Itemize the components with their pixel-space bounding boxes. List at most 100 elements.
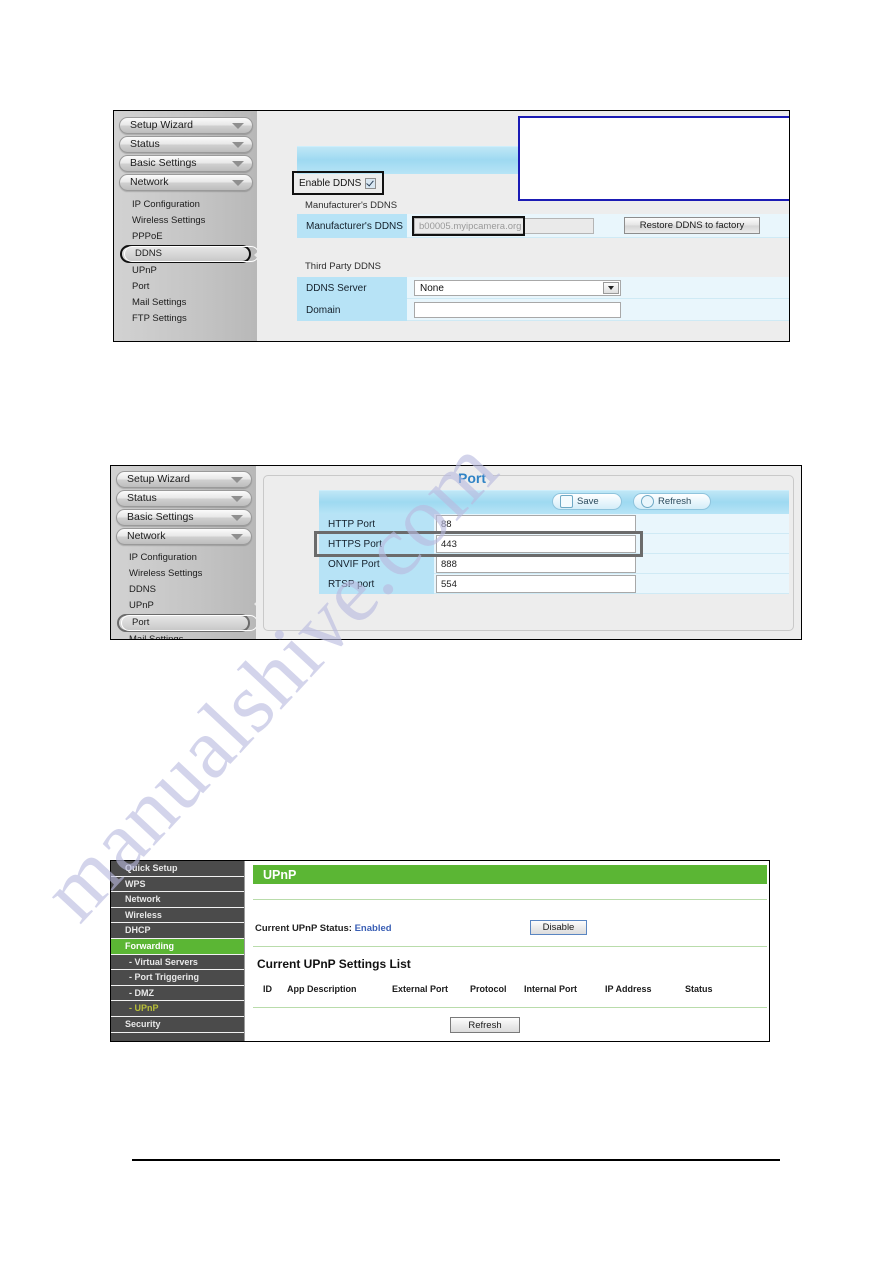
- divider: [253, 1007, 767, 1008]
- sidebar-item-security[interactable]: Security: [111, 1016, 244, 1033]
- column-header-id: ID: [263, 984, 272, 994]
- sidebar-item-label: Wireless: [125, 909, 162, 920]
- disable-upnp-button[interactable]: Disable: [530, 920, 587, 935]
- sidebar-item-port[interactable]: Port: [117, 614, 258, 632]
- sidebar-item-label: Security: [125, 1018, 161, 1029]
- sidebar-item-network[interactable]: Network: [119, 174, 253, 191]
- sidebar-item-label: - Virtual Servers: [129, 956, 198, 967]
- sidebar-item-forwarding[interactable]: Forwarding: [111, 938, 244, 955]
- enable-ddns-label: Enable DDNS: [299, 177, 362, 189]
- onvif-port-value: 888: [441, 558, 457, 570]
- upnp-list-title: Current UPnP Settings List: [257, 957, 411, 971]
- port-content: Port Save Refresh HTTP Port 88 HTTPS Por…: [256, 466, 801, 639]
- sidebar-item-status[interactable]: Status: [116, 490, 252, 507]
- sidebar-item-port-triggering[interactable]: - Port Triggering: [111, 970, 244, 986]
- sidebar-item-label: Status: [130, 138, 160, 151]
- sidebar-item-network[interactable]: Network: [111, 892, 244, 908]
- onvif-port-input[interactable]: 888: [436, 555, 636, 573]
- refresh-label: Refresh: [468, 1019, 502, 1031]
- third-party-section-label: Third Party DDNS: [305, 261, 382, 272]
- blank-callout-overlay: [518, 116, 789, 201]
- sidebar-item-wireless-settings[interactable]: Wireless Settings: [114, 213, 257, 229]
- ddns-settings-panel: Setup Wizard Status Basic Settings Netwo…: [113, 110, 790, 342]
- divider: [253, 899, 767, 900]
- http-port-input[interactable]: 88: [436, 515, 636, 533]
- upnp-status: Current UPnP Status: Enabled: [255, 923, 392, 934]
- sidebar-item-ip-configuration[interactable]: IP Configuration: [111, 550, 256, 566]
- sidebar-item-dmz[interactable]: - DMZ: [111, 985, 244, 1002]
- sidebar-item-upnp[interactable]: UPnP: [111, 598, 256, 614]
- sidebar-item-setup-wizard[interactable]: Setup Wizard: [116, 471, 252, 488]
- chevron-down-icon: [232, 122, 244, 129]
- sidebar-item-wireless[interactable]: Wireless: [111, 907, 244, 924]
- rtsp-port-input[interactable]: 554: [436, 575, 636, 593]
- enable-ddns-checkbox[interactable]: [365, 177, 377, 189]
- sidebar-item-label: - UPnP: [129, 1003, 159, 1014]
- sidebar-item-basic-settings[interactable]: Basic Settings: [119, 155, 253, 172]
- sidebar-item-virtual-servers[interactable]: - Virtual Servers: [111, 954, 244, 971]
- column-header-external-port: External Port: [392, 984, 449, 994]
- chevron-down-icon: [232, 179, 244, 186]
- https-port-label: HTTPS Port: [328, 538, 382, 550]
- sidebar-item-label: Network: [127, 530, 166, 543]
- https-port-input[interactable]: 443: [436, 535, 636, 553]
- http-port-value: 88: [441, 518, 452, 530]
- manufacturer-ddns-input[interactable]: b00005.myipcamera.org: [414, 218, 594, 234]
- sidebar-item-ip-configuration[interactable]: IP Configuration: [114, 197, 257, 213]
- sidebar-item-label: IP Configuration: [129, 552, 197, 563]
- refresh-button[interactable]: Refresh: [633, 493, 711, 510]
- refresh-upnp-button[interactable]: Refresh: [450, 1017, 520, 1033]
- ddns-server-value: None: [420, 282, 444, 294]
- sidebar-item-ftp-settings[interactable]: FTP Settings: [114, 311, 257, 327]
- sidebar-item-mail-settings[interactable]: Mail Settings: [111, 632, 256, 640]
- sidebar-item-label: Setup Wizard: [130, 119, 194, 132]
- column-header-protocol: Protocol: [470, 984, 507, 994]
- sidebar-item-label: IP Configuration: [132, 199, 200, 210]
- column-header-status: Status: [685, 984, 713, 994]
- sidebar-item-label: Mail Settings: [129, 634, 184, 640]
- sidebar-item-wps[interactable]: WPS: [111, 876, 244, 893]
- sidebar-item-status[interactable]: Status: [119, 136, 253, 153]
- sidebar-item-mail-settings[interactable]: Mail Settings: [114, 295, 257, 311]
- sidebar-item-quick-setup[interactable]: Quick Setup: [111, 861, 244, 877]
- sidebar-item-network[interactable]: Network: [116, 528, 252, 545]
- router-sidebar: Quick Setup WPS Network Wireless DHCP Fo…: [111, 861, 245, 1041]
- rtsp-port-value: 554: [441, 578, 457, 590]
- sidebar-item-ddns[interactable]: DDNS: [111, 582, 256, 598]
- enable-ddns-control[interactable]: Enable DDNS: [295, 173, 381, 193]
- sidebar-item-label: Forwarding: [125, 940, 174, 951]
- sidebar-item-pppoe[interactable]: PPPoE: [114, 229, 257, 245]
- domain-input[interactable]: [414, 302, 621, 318]
- sidebar-item-dhcp[interactable]: DHCP: [111, 923, 244, 939]
- page-title: UPnP: [253, 865, 767, 884]
- ddns-sidebar: Setup Wizard Status Basic Settings Netwo…: [114, 111, 259, 341]
- restore-ddns-label: Restore DDNS to factory: [639, 220, 745, 231]
- sidebar-item-label: Quick Setup: [125, 863, 178, 873]
- sidebar-item-label: Status: [127, 492, 157, 505]
- sidebar-item-upnp[interactable]: UPnP: [114, 263, 257, 279]
- divider: [253, 946, 767, 947]
- save-button[interactable]: Save: [552, 493, 622, 510]
- chevron-down-icon: [231, 514, 243, 521]
- page-title: Port: [451, 470, 493, 486]
- upnp-content: UPnP Current UPnP Status: Enabled Disabl…: [245, 861, 769, 1041]
- refresh-arrow-icon: [641, 495, 654, 508]
- sidebar-item-basic-settings[interactable]: Basic Settings: [116, 509, 252, 526]
- sidebar-item-upnp[interactable]: - UPnP: [111, 1001, 244, 1017]
- save-label: Save: [577, 496, 599, 507]
- sidebar-item-label: Network: [130, 176, 169, 189]
- restore-ddns-to-factory-button[interactable]: Restore DDNS to factory: [624, 217, 760, 234]
- ddns-server-select[interactable]: None: [414, 280, 621, 296]
- sidebar-item-wireless-settings[interactable]: Wireless Settings: [111, 566, 256, 582]
- chevron-down-icon[interactable]: [603, 282, 619, 294]
- rtsp-port-label: RTSP port: [328, 578, 375, 590]
- sidebar-item-label: DHCP: [125, 925, 151, 936]
- ddns-server-label: DDNS Server: [306, 282, 367, 294]
- manufacturer-ddns-value: b00005.myipcamera.org: [419, 220, 522, 232]
- sidebar-item-setup-wizard[interactable]: Setup Wizard: [119, 117, 253, 134]
- sidebar-item-port[interactable]: Port: [114, 279, 257, 295]
- rtsp-port-label-cell: RTSP port: [319, 574, 434, 594]
- manufacturer-row-label: Manufacturer's DDNS: [306, 220, 403, 232]
- sidebar-item-ddns[interactable]: DDNS: [120, 245, 259, 263]
- sidebar-item-label: UPnP: [132, 265, 157, 276]
